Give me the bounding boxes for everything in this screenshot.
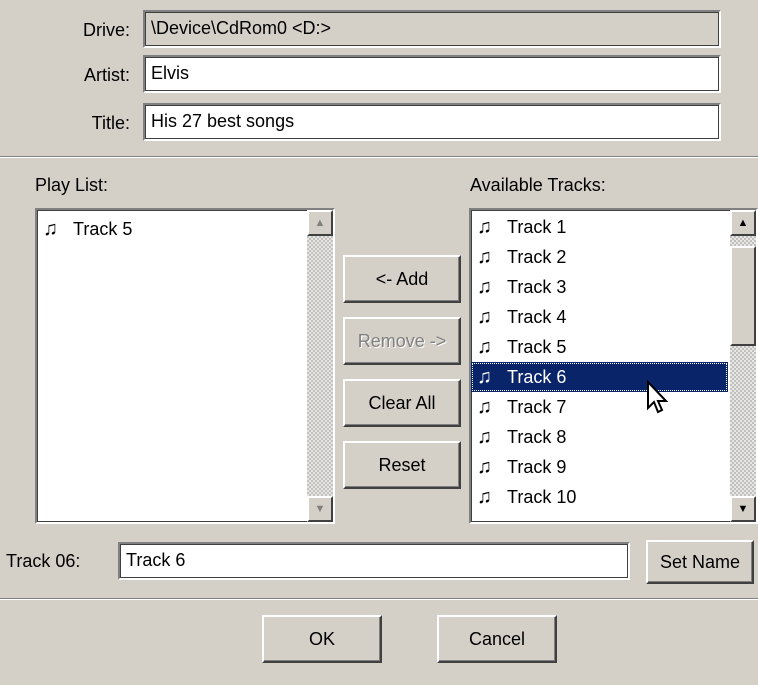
list-item[interactable]: ♫ Track 5: [37, 214, 305, 244]
list-item[interactable]: ♫ Track 5: [471, 332, 728, 362]
list-item[interactable]: ♫ Track 8: [471, 422, 728, 452]
scroll-down-arrow-icon: ▼: [314, 503, 326, 515]
drive-label: Drive:: [82, 20, 130, 40]
track-label: Track 5: [73, 219, 133, 239]
available-tracks-label: Available Tracks:: [470, 175, 606, 195]
playlist-scroll-down-button[interactable]: ▼: [307, 496, 333, 522]
list-item[interactable]: ♫ Track 6: [471, 362, 728, 392]
music-note-icon: ♫: [477, 396, 492, 418]
list-item[interactable]: ♫ Track 4: [471, 302, 728, 332]
track-label: Track 6: [507, 367, 567, 387]
list-item[interactable]: ♫ Track 3: [471, 272, 728, 302]
available-scroll-thumb[interactable]: [730, 246, 756, 346]
reset-button[interactable]: Reset: [343, 441, 461, 489]
music-note-icon: ♫: [43, 218, 58, 240]
track-label: Track 5: [507, 337, 567, 357]
playlist-label: Play List:: [35, 175, 109, 195]
separator-bottom-highlight: [0, 599, 758, 600]
remove-button[interactable]: Remove ->: [343, 317, 461, 365]
list-item[interactable]: ♫ Track 1: [471, 212, 728, 242]
scroll-up-arrow-icon: ▲: [314, 217, 326, 229]
list-item[interactable]: ♫ Track 2: [471, 242, 728, 272]
playlist-listbox[interactable]: ♫ Track 5 ▲ ▼: [35, 208, 335, 524]
track-label: Track 4: [507, 307, 567, 327]
available-scrollbar[interactable]: ▲ ▼: [730, 210, 756, 522]
music-note-icon: ♫: [477, 276, 492, 298]
title-input[interactable]: His 27 best songs: [143, 103, 721, 141]
track-label: Track 3: [507, 277, 567, 297]
artist-input[interactable]: Elvis: [143, 55, 721, 93]
track-name-input[interactable]: Track 6: [118, 542, 630, 580]
clear-all-button[interactable]: Clear All: [343, 379, 461, 427]
playlist-scroll-up-button[interactable]: ▲: [307, 210, 333, 236]
available-items: ♫ Track 1 ♫ Track 2 ♫ Track 3 ♫ Track 4 ♫ Track 5…: [471, 212, 728, 512]
playlist-scrollbar[interactable]: ▲ ▼: [307, 210, 333, 522]
scroll-down-arrow-icon: ▼: [737, 503, 749, 515]
music-note-icon: ♫: [477, 246, 492, 268]
available-scroll-up-button[interactable]: ▲: [730, 210, 756, 236]
music-note-icon: ♫: [477, 366, 492, 388]
music-note-icon: ♫: [477, 486, 492, 508]
title-label: Title:: [91, 113, 130, 133]
music-note-icon: ♫: [477, 306, 492, 328]
playlist-items: ♫ Track 5: [37, 214, 305, 244]
track-name-label: Track 06:: [6, 551, 81, 571]
list-item[interactable]: ♫ Track 10: [471, 482, 728, 512]
music-note-icon: ♫: [477, 426, 492, 448]
track-label: Track 2: [507, 247, 567, 267]
music-note-icon: ♫: [477, 216, 492, 238]
add-button[interactable]: <- Add: [343, 255, 461, 303]
list-item[interactable]: ♫ Track 9: [471, 452, 728, 482]
scroll-up-arrow-icon: ▲: [737, 217, 749, 229]
music-note-icon: ♫: [477, 336, 492, 358]
drive-field: \Device\CdRom0 <D:>: [143, 10, 721, 48]
track-label: Track 10: [507, 487, 577, 507]
ok-button[interactable]: OK: [262, 615, 382, 663]
cancel-button[interactable]: Cancel: [437, 615, 557, 663]
music-note-icon: ♫: [477, 456, 492, 478]
list-item[interactable]: ♫ Track 7: [471, 392, 728, 422]
track-label: Track 1: [507, 217, 567, 237]
track-label: Track 9: [507, 457, 567, 477]
mouse-pointer-icon: [647, 380, 669, 414]
separator-top-highlight: [0, 157, 758, 158]
available-tracks-listbox[interactable]: ♫ Track 1 ♫ Track 2 ♫ Track 3 ♫ Track 4 ♫ Track 5…: [469, 208, 758, 524]
available-scroll-down-button[interactable]: ▼: [730, 496, 756, 522]
set-name-button[interactable]: Set Name: [646, 540, 754, 584]
track-label: Track 8: [507, 427, 567, 447]
artist-label: Artist:: [83, 65, 130, 85]
track-label: Track 7: [507, 397, 567, 417]
